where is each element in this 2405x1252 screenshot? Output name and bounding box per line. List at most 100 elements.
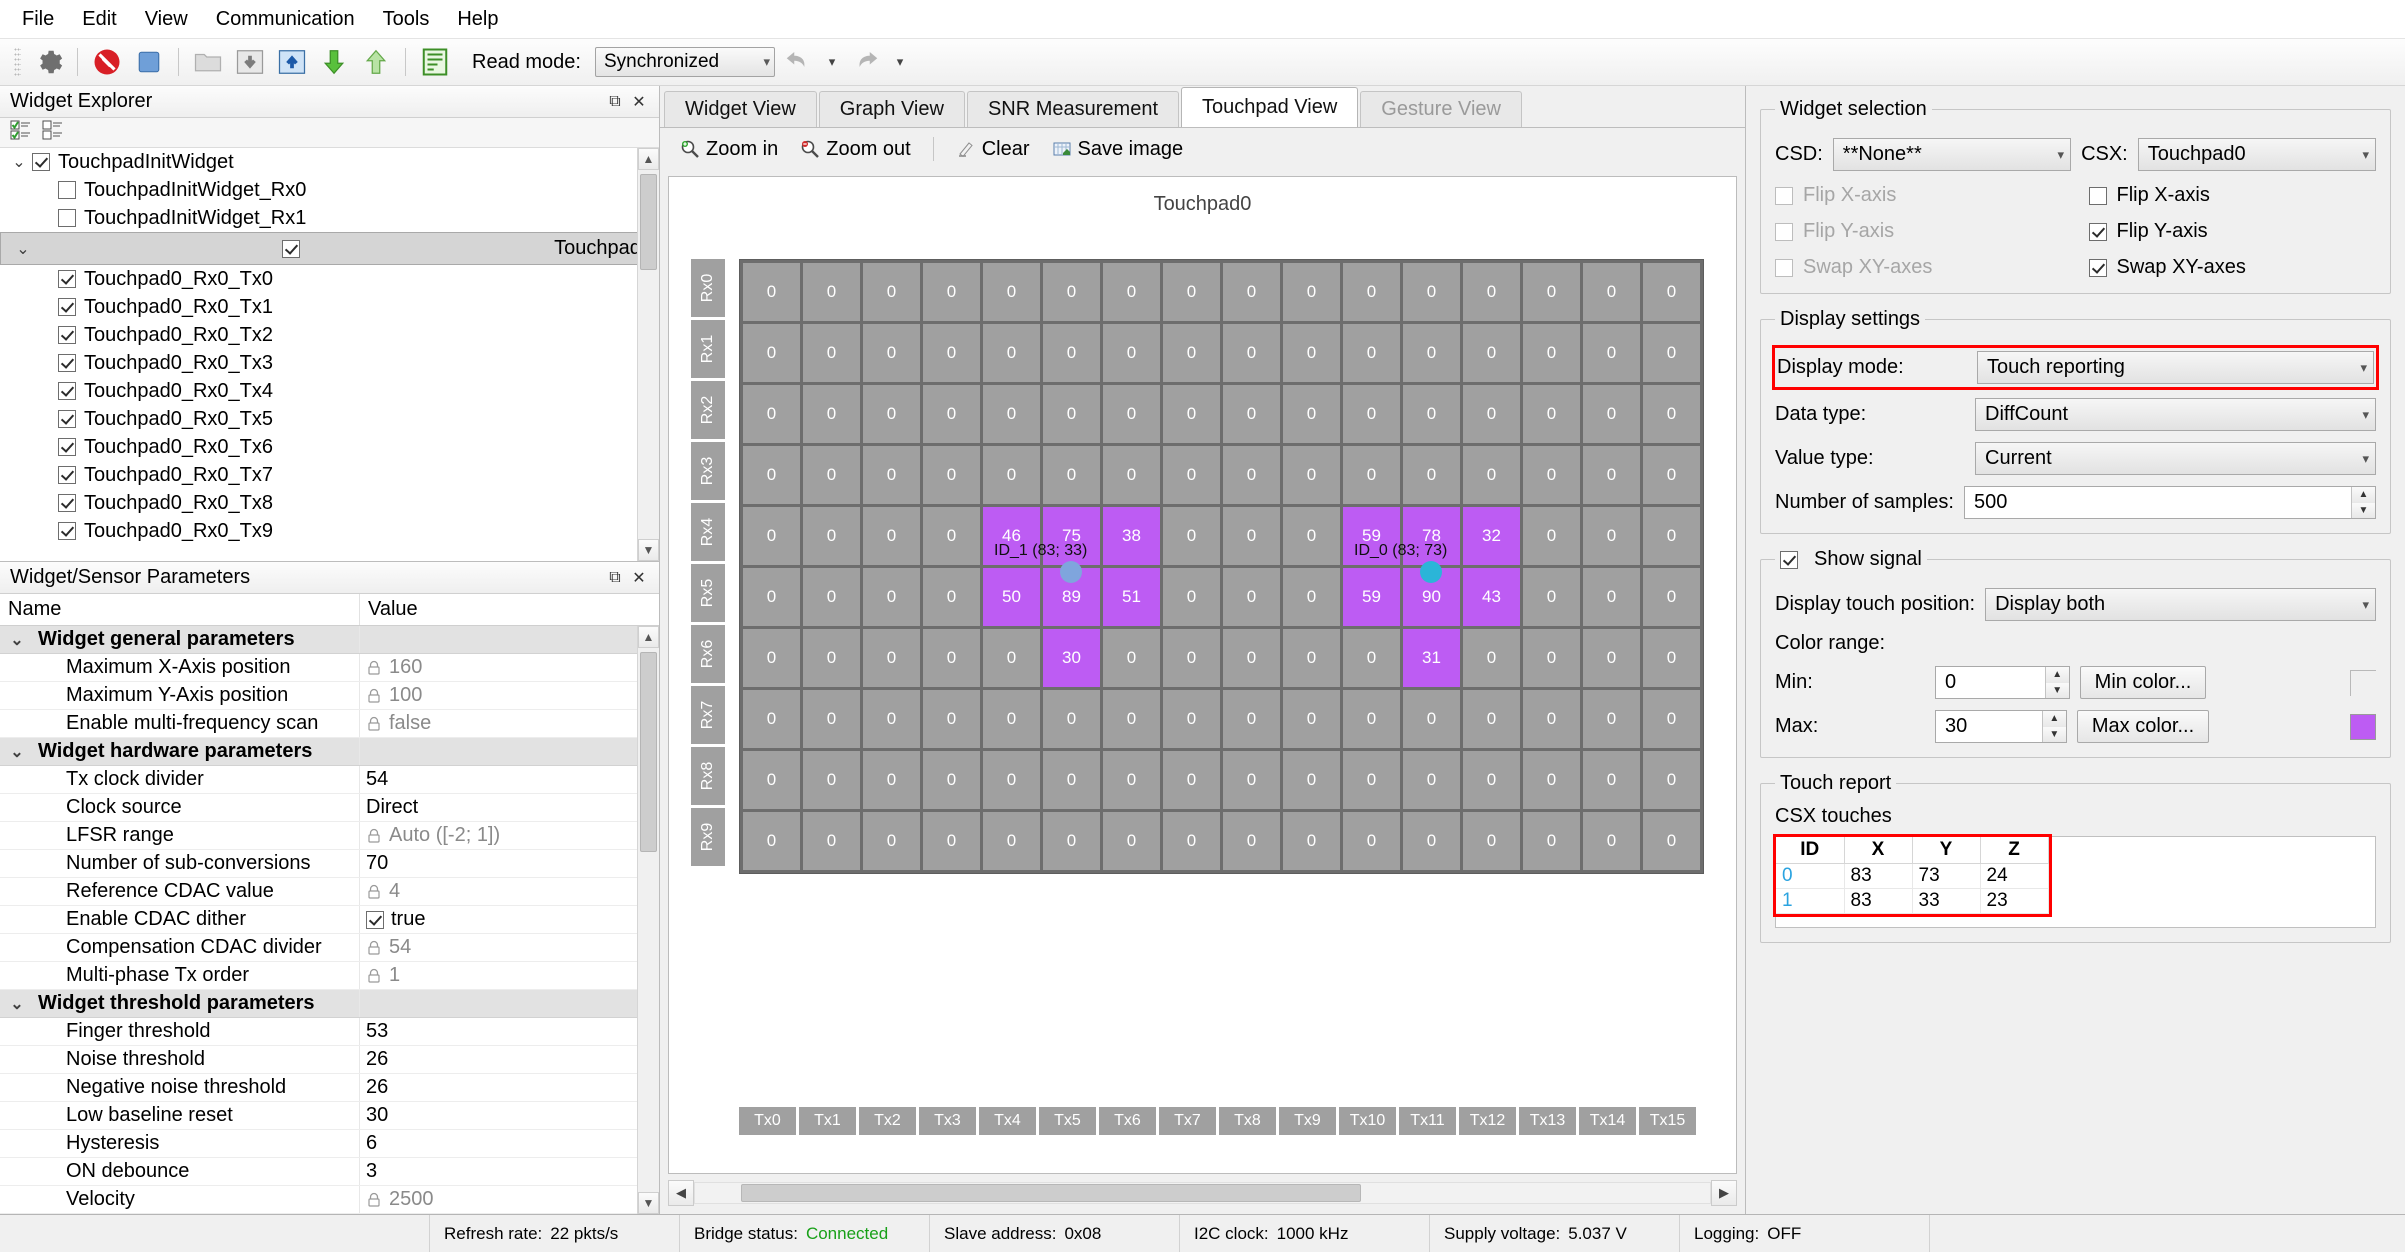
touchpad-cell[interactable]: 0 <box>1643 385 1700 443</box>
parameter-group-row[interactable]: ⌄ Widget hardware parameters <box>0 738 659 766</box>
touchpad-cell[interactable]: 38 <box>1103 507 1160 565</box>
touchpad-cell[interactable]: 0 <box>1163 263 1220 321</box>
tree-item-checkbox[interactable] <box>58 326 76 344</box>
touchpad-cell[interactable]: 0 <box>1283 690 1340 748</box>
zoom-out-button[interactable]: Zoom out <box>792 135 918 164</box>
touchpad-cell[interactable]: 0 <box>743 446 800 504</box>
touchpad-cell[interactable]: 0 <box>863 629 920 687</box>
tree-scrollbar[interactable]: ▲ ▼ <box>637 148 659 561</box>
tree-item[interactable]: ⌄ TouchpadInitWidget <box>0 148 659 176</box>
touchpad-cell[interactable]: 0 <box>1283 751 1340 809</box>
clear-button[interactable]: Clear <box>948 135 1038 164</box>
scroll-up-icon[interactable]: ▲ <box>638 626 659 648</box>
tree-item-checkbox[interactable] <box>58 382 76 400</box>
touchpad-cell[interactable]: 0 <box>743 324 800 382</box>
touchpad-cell[interactable]: 0 <box>1643 690 1700 748</box>
parameter-row[interactable]: ON debounce 3 <box>0 1158 659 1186</box>
touchpad-cell[interactable]: 0 <box>1643 568 1700 626</box>
touchpad-cell[interactable]: 0 <box>1583 507 1640 565</box>
touchpad-cell[interactable]: 0 <box>983 812 1040 870</box>
touchpad-cell[interactable]: 0 <box>803 568 860 626</box>
tab-touchpad-view[interactable]: Touchpad View <box>1181 87 1359 127</box>
csx-option-flip-x-axis[interactable]: Flip X-axis <box>2088 184 2377 207</box>
stop-icon[interactable] <box>130 43 168 81</box>
parameter-value-cell[interactable]: 70 <box>360 852 659 875</box>
touchpad-cell[interactable]: 0 <box>1103 751 1160 809</box>
touchpad-cell[interactable]: 0 <box>863 568 920 626</box>
touchpad-cell[interactable]: 0 <box>1163 629 1220 687</box>
touchpad-cell[interactable]: 0 <box>1583 446 1640 504</box>
touchpad-cell[interactable]: 0 <box>1343 812 1400 870</box>
touchpad-cell[interactable]: 0 <box>803 812 860 870</box>
parameter-row[interactable]: Compensation CDAC divider 54 <box>0 934 659 962</box>
tree-item-checkbox[interactable] <box>58 209 76 227</box>
tree-item-checkbox[interactable] <box>32 153 50 171</box>
touchpad-cell[interactable]: 0 <box>743 812 800 870</box>
touchpad-cell[interactable]: 0 <box>1463 385 1520 443</box>
scroll-thumb[interactable] <box>741 1184 1361 1202</box>
touchpad-cell[interactable]: 0 <box>743 385 800 443</box>
touchpad-cell[interactable]: 0 <box>1523 507 1580 565</box>
checkbox[interactable] <box>2088 258 2107 277</box>
tree-item[interactable]: Touchpad0_Rx0_Tx2 <box>0 321 659 349</box>
redo-dropdown-icon[interactable]: ▾ <box>889 43 911 81</box>
tree-item-checkbox[interactable] <box>58 181 76 199</box>
touchpad-cell[interactable]: 0 <box>1343 446 1400 504</box>
parameter-value-cell[interactable]: 26 <box>360 1048 659 1071</box>
parameter-value-cell[interactable]: 54 <box>360 936 659 959</box>
touchpad-cell[interactable]: 0 <box>803 690 860 748</box>
menu-item-file[interactable]: File <box>10 4 66 35</box>
touchpad-cell[interactable]: 0 <box>863 324 920 382</box>
touchpad-cell[interactable]: 0 <box>1103 812 1160 870</box>
tree-item[interactable]: Touchpad0_Rx0_Tx9 <box>0 517 659 545</box>
touchpad-cell[interactable]: 0 <box>1283 324 1340 382</box>
touchpad-cell[interactable]: 0 <box>983 751 1040 809</box>
touchpad-cell[interactable]: 0 <box>1163 446 1220 504</box>
touchpad-cell[interactable]: 0 <box>1583 263 1640 321</box>
canvas-horizontal-scrollbar[interactable]: ◀ ▶ <box>668 1178 1737 1208</box>
touchpad-cell[interactable]: 0 <box>1103 690 1160 748</box>
toolbar-grip[interactable] <box>14 47 21 77</box>
show-signal-checkbox[interactable] <box>1780 550 1798 569</box>
touchpad-cell[interactable]: 0 <box>923 385 980 443</box>
close-icon[interactable]: ✕ <box>627 567 651 589</box>
menu-item-view[interactable]: View <box>133 4 200 35</box>
parameter-value-cell[interactable]: 30 <box>360 1104 659 1127</box>
touchpad-cell[interactable]: 0 <box>1163 812 1220 870</box>
touchpad-cell[interactable]: 32 <box>1463 507 1520 565</box>
write-to-device-icon[interactable] <box>273 43 311 81</box>
touchpad-cell[interactable]: 0 <box>803 629 860 687</box>
touch-report-row[interactable]: 1 83 33 23 <box>1776 888 2049 914</box>
touchpad-cell[interactable]: 0 <box>1583 324 1640 382</box>
touchpad-cell[interactable]: 0 <box>1283 507 1340 565</box>
touchpad-cell[interactable]: 0 <box>863 690 920 748</box>
touchpad-cell[interactable]: 0 <box>1283 568 1340 626</box>
redo-icon[interactable] <box>847 43 885 81</box>
csx-select[interactable]: Touchpad0 ▾ <box>2137 138 2377 171</box>
touchpad-cell[interactable]: 0 <box>1403 385 1460 443</box>
touchpad-cell[interactable]: 0 <box>1163 507 1220 565</box>
touchpad-cell[interactable]: 0 <box>1283 385 1340 443</box>
touchpad-cell[interactable]: 0 <box>1163 385 1220 443</box>
touchpad-cell[interactable]: 0 <box>923 263 980 321</box>
parameter-value-cell[interactable]: 1 <box>360 964 659 987</box>
touchpad-cell[interactable]: 0 <box>983 690 1040 748</box>
touchpad-canvas[interactable]: Touchpad0 Rx0 Rx1 Rx2 Rx3 Rx4 Rx5 Rx6 Rx7 Rx8 Rx9… <box>668 176 1737 1174</box>
parameter-value-cell[interactable]: 54 <box>360 768 659 791</box>
touchpad-cell[interactable]: 0 <box>1223 324 1280 382</box>
touchpad-cell[interactable]: 0 <box>1103 263 1160 321</box>
touchpad-cell[interactable]: 0 <box>1103 629 1160 687</box>
touch-report-row[interactable]: 0 83 73 24 <box>1776 863 2049 889</box>
touchpad-cell[interactable]: 0 <box>1583 812 1640 870</box>
touchpad-cell[interactable]: 0 <box>803 385 860 443</box>
touchpad-cell[interactable]: 0 <box>863 263 920 321</box>
touchpad-cell[interactable]: 0 <box>863 812 920 870</box>
tree-item[interactable]: Touchpad0_Rx0_Tx5 <box>0 405 659 433</box>
touchpad-cell[interactable]: 0 <box>1463 629 1520 687</box>
samples-stepper[interactable]: ▲ ▼ <box>2351 487 2375 518</box>
menu-item-help[interactable]: Help <box>445 4 510 35</box>
parameters-scrollbar[interactable]: ▲ ▼ <box>637 626 659 1214</box>
touchpad-cell[interactable]: 0 <box>1643 446 1700 504</box>
touchpad-cell[interactable]: 0 <box>1463 263 1520 321</box>
touchpad-cell[interactable]: 0 <box>1343 751 1400 809</box>
